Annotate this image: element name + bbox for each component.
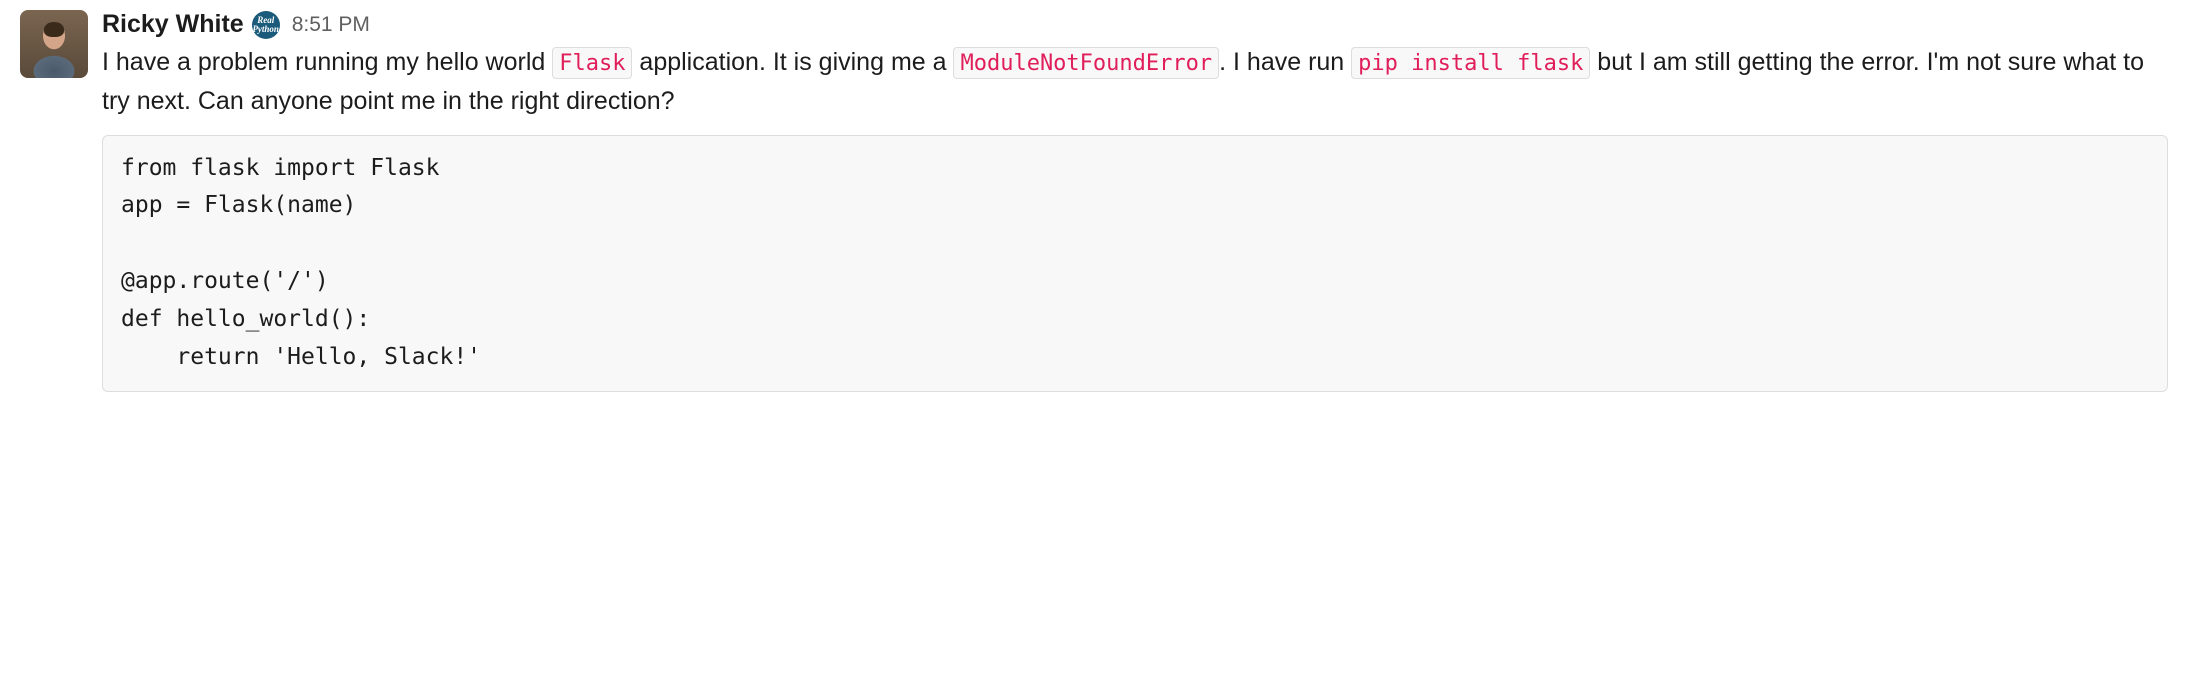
message-body: I have a problem running my hello world … (102, 43, 2168, 121)
inline-code: Flask (552, 47, 632, 79)
slack-message: Ricky White Real Python 8:51 PM I have a… (20, 10, 2168, 392)
text-segment: I have a problem running my hello world (102, 48, 552, 76)
avatar[interactable] (20, 10, 88, 78)
timestamp[interactable]: 8:51 PM (292, 13, 370, 37)
author-name[interactable]: Ricky White (102, 10, 244, 39)
avatar-image (20, 10, 88, 78)
text-segment: application. It is giving me a (632, 48, 953, 76)
text-segment: . I have run (1219, 48, 1351, 76)
org-badge-icon[interactable]: Real Python (252, 11, 280, 39)
code-block: from flask import Flask app = Flask(name… (102, 135, 2168, 393)
message-header: Ricky White Real Python 8:51 PM (102, 10, 2168, 39)
inline-code: ModuleNotFoundError (953, 47, 1219, 79)
inline-code: pip install flask (1351, 47, 1590, 79)
message-content: Ricky White Real Python 8:51 PM I have a… (102, 10, 2168, 392)
